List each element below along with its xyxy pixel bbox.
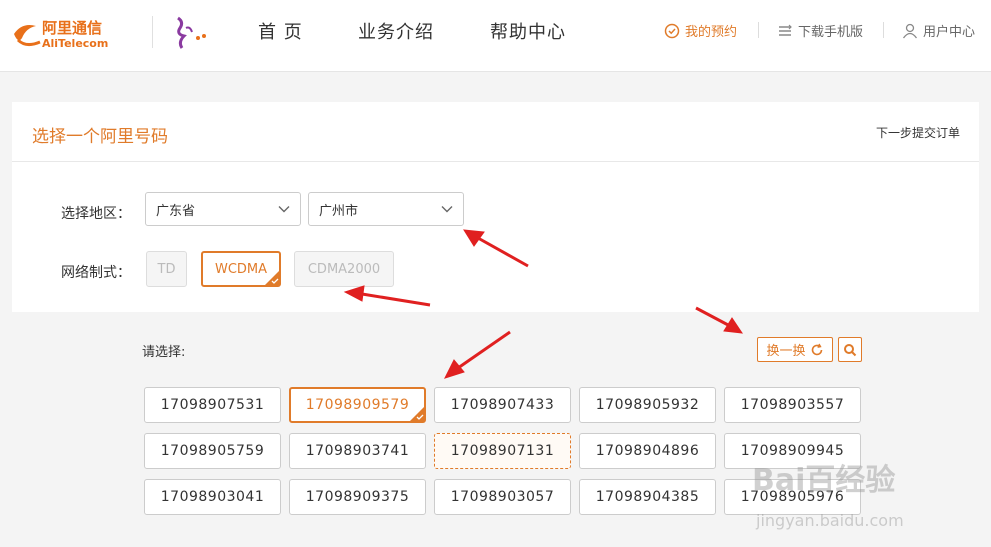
search-button[interactable] bbox=[838, 337, 862, 362]
search-icon bbox=[844, 343, 857, 356]
phone-number-option[interactable]: 17098907433 bbox=[434, 387, 571, 423]
logo-divider bbox=[152, 16, 153, 48]
network-option-cdma2000[interactable]: CDMA2000 bbox=[294, 251, 394, 287]
refresh-icon bbox=[811, 343, 822, 355]
province-value: 广东省 bbox=[156, 203, 196, 219]
chevron-down-icon bbox=[441, 206, 453, 213]
region-label: 选择地区： bbox=[61, 206, 131, 222]
phone-number-option[interactable]: 17098905759 bbox=[144, 433, 281, 469]
header-divider bbox=[883, 22, 884, 38]
svg-text:AliTelecom: AliTelecom bbox=[42, 37, 108, 50]
nav-help[interactable]: 帮助中心 bbox=[490, 18, 566, 44]
city-select[interactable]: 广州市 bbox=[308, 192, 464, 226]
phone-number-option[interactable]: 17098903057 bbox=[434, 479, 571, 515]
download-app-link[interactable]: 下载手机版 bbox=[777, 21, 863, 40]
page-title: 选择一个阿里号码 bbox=[32, 127, 168, 147]
network-option-label: WCDMA bbox=[214, 261, 268, 277]
number-selection-card: 选择一个阿里号码 下一步提交订单 选择地区： 广东省 广州市 网络制式： TD … bbox=[12, 102, 979, 312]
check-circle-icon bbox=[664, 23, 680, 38]
network-option-td[interactable]: TD bbox=[146, 251, 187, 287]
refresh-label: 换一换 bbox=[766, 344, 806, 359]
user-center-label: 用户中心 bbox=[923, 25, 976, 40]
phone-number-option[interactable]: 17098907531 bbox=[144, 387, 281, 423]
card-divider bbox=[12, 161, 979, 162]
phone-number-option[interactable]: 17098903557 bbox=[724, 387, 861, 423]
alitelecom-logo[interactable]: 阿里通信 AliTelecom bbox=[12, 14, 140, 54]
user-icon bbox=[902, 23, 918, 38]
user-center-link[interactable]: 用户中心 bbox=[902, 21, 975, 40]
phone-number-option[interactable]: 17098907131 bbox=[434, 433, 571, 469]
nav-services[interactable]: 业务介绍 bbox=[358, 18, 434, 44]
phone-number-option[interactable]: 17098909945 bbox=[724, 433, 861, 469]
phone-number-option[interactable]: 17098905932 bbox=[579, 387, 716, 423]
partner-logo bbox=[177, 16, 206, 49]
phone-number-option[interactable]: 17098903741 bbox=[289, 433, 426, 469]
next-step-link[interactable]: 下一步提交订单 bbox=[876, 124, 960, 141]
phone-number-option[interactable]: 17098904896 bbox=[579, 433, 716, 469]
header-divider bbox=[758, 22, 759, 38]
refresh-button[interactable]: 换一换 bbox=[757, 337, 833, 362]
download-app-label: 下载手机版 bbox=[798, 25, 864, 40]
phone-number-label: 17098909579 bbox=[305, 397, 410, 413]
download-icon bbox=[779, 24, 792, 36]
network-option-wcdma[interactable]: WCDMA bbox=[201, 251, 281, 287]
phone-number-option[interactable]: 17098904385 bbox=[579, 479, 716, 515]
chevron-down-icon bbox=[278, 206, 290, 213]
choose-label: 请选择: bbox=[142, 345, 186, 360]
svg-text:阿里通信: 阿里通信 bbox=[42, 19, 102, 37]
top-header: 阿里通信 AliTelecom 首 页 业务介绍 帮助中心 我的预约 下载手机版… bbox=[0, 0, 991, 72]
phone-number-option[interactable]: 17098909579 bbox=[289, 387, 426, 423]
arrow-icon bbox=[444, 359, 465, 379]
phone-number-option[interactable]: 17098909375 bbox=[289, 479, 426, 515]
nav-home[interactable]: 首 页 bbox=[258, 18, 303, 44]
my-booking-label: 我的预约 bbox=[685, 25, 738, 40]
network-label: 网络制式： bbox=[61, 265, 131, 281]
city-value: 广州市 bbox=[319, 203, 359, 219]
phone-number-option[interactable]: 17098905976 bbox=[724, 479, 861, 515]
arrow-icon bbox=[723, 317, 744, 334]
selected-check-icon bbox=[264, 270, 280, 286]
selected-check-icon bbox=[409, 406, 425, 422]
phone-number-option[interactable]: 17098903041 bbox=[144, 479, 281, 515]
my-booking-link[interactable]: 我的预约 bbox=[664, 21, 737, 40]
province-select[interactable]: 广东省 bbox=[145, 192, 301, 226]
